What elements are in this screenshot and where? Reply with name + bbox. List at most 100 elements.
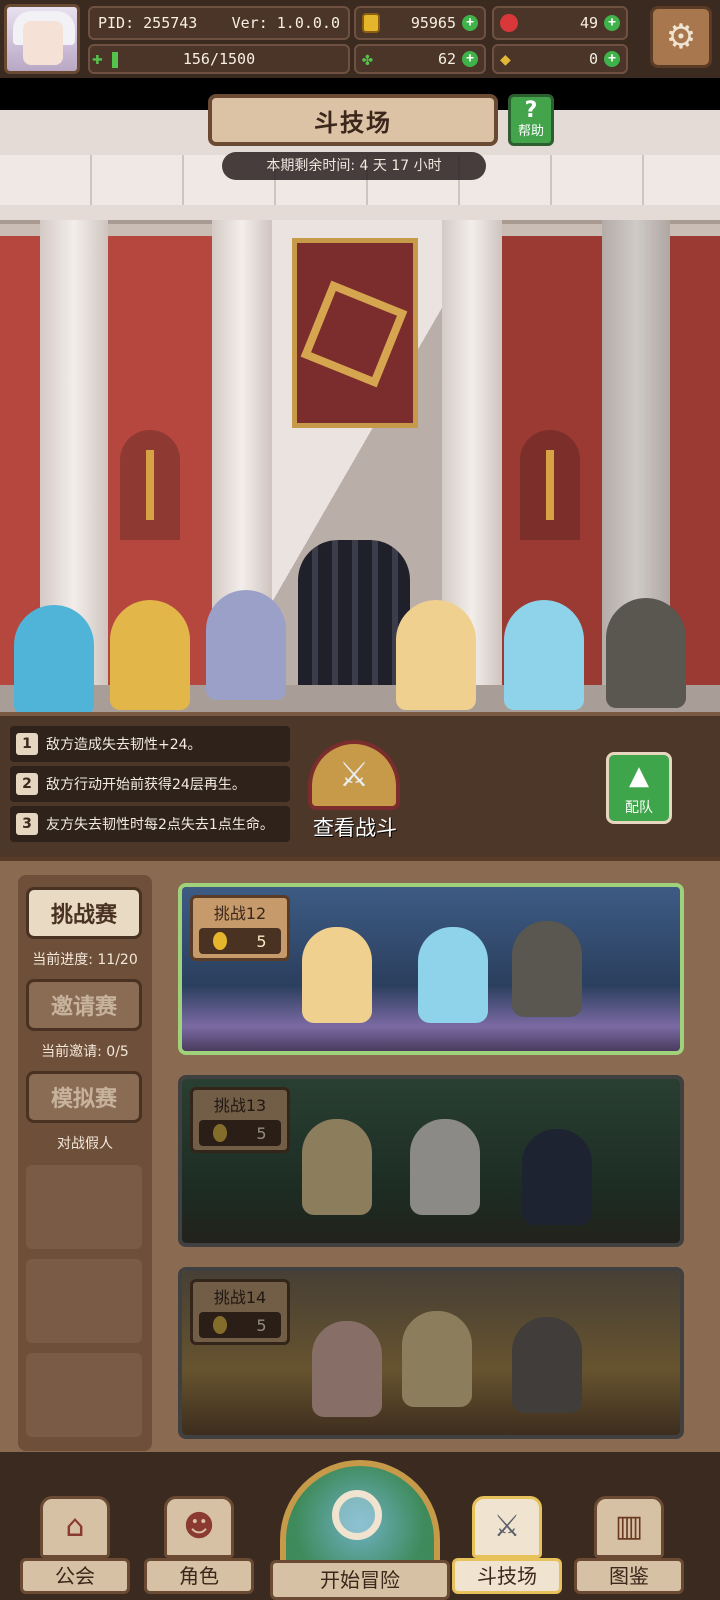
cost-value: 5 bbox=[256, 1315, 267, 1335]
add-clover-button[interactable]: + bbox=[462, 51, 478, 67]
nav-codex[interactable]: ▥ 图鉴 bbox=[574, 1496, 684, 1596]
help-label: 帮助 bbox=[517, 124, 544, 139]
enemy-sprite bbox=[418, 927, 488, 1023]
top-hud: PID: 255743 Ver: 1.0.0.0 ✚ 156/1500 9596… bbox=[0, 0, 720, 81]
enemy-sprite bbox=[512, 1317, 582, 1413]
coin-icon bbox=[213, 1124, 228, 1142]
mode-challenge-button[interactable]: 挑战赛 bbox=[26, 887, 142, 939]
ally-hero-1 bbox=[14, 605, 94, 715]
modifier-text: 友方失去韧性时每2点失去1点生命。 bbox=[46, 817, 274, 833]
view-battle-button[interactable]: ⚔ 查看战斗 bbox=[290, 740, 420, 850]
nav-adventure-label: 开始冒险 bbox=[270, 1560, 450, 1600]
pid-label: PID: 255743 bbox=[98, 14, 198, 32]
gem-value: 49 bbox=[579, 14, 598, 32]
modifier-1: 1 敌方造成失去韧性+24。 bbox=[10, 726, 290, 762]
nav-arena[interactable]: ⚔ 斗技场 bbox=[452, 1496, 562, 1596]
enemy-sprite bbox=[512, 921, 582, 1017]
challenge-cost: 5 bbox=[199, 1120, 281, 1146]
enemy-hero-2 bbox=[504, 600, 584, 710]
challenge-card-12[interactable]: 挑战12 5 bbox=[178, 883, 684, 1055]
nav-arena-label: 斗技场 bbox=[452, 1558, 562, 1594]
modifier-text: 敌方造成失去韧性+24。 bbox=[46, 737, 202, 753]
help-question-icon: ? bbox=[524, 98, 538, 123]
version-label: Ver: 1.0.0.0 bbox=[231, 14, 340, 32]
character-face-icon: ☻ bbox=[164, 1496, 234, 1558]
modifier-text: 敌方行动开始前获得24层再生。 bbox=[46, 777, 246, 793]
gold-value: 95965 bbox=[410, 14, 456, 32]
modifier-2: 2 敌方行动开始前获得24层再生。 bbox=[10, 766, 290, 802]
bottom-nav: ⌂ 公会 ☻ 角色 开始冒险 ⚔ 斗技场 ▥ 图鉴 bbox=[0, 1452, 720, 1600]
cost-value: 5 bbox=[256, 1123, 267, 1143]
mode-invite-button[interactable]: 邀请赛 bbox=[26, 979, 142, 1031]
left-sword-niche bbox=[120, 430, 180, 540]
banner-emblem bbox=[300, 280, 408, 388]
challenge-card-13[interactable]: 挑战13 5 bbox=[178, 1075, 684, 1247]
coin-icon bbox=[213, 1316, 228, 1334]
magnifier-icon bbox=[332, 1490, 382, 1540]
modifier-3: 3 友方失去韧性时每2点失去1点生命。 bbox=[10, 806, 290, 842]
nav-character-label: 角色 bbox=[144, 1558, 254, 1594]
mode-sidebar: 挑战赛 当前进度: 11/20 邀请赛 当前邀请: 0/5 模拟赛 对战假人 bbox=[18, 875, 152, 1451]
book-icon: ▥ bbox=[594, 1496, 664, 1558]
challenge-cost: 5 bbox=[199, 1312, 281, 1338]
modifier-number: 3 bbox=[16, 813, 38, 835]
challenge-name: 挑战12 bbox=[213, 904, 267, 923]
add-gem-button[interactable]: + bbox=[604, 15, 620, 31]
player-avatar[interactable] bbox=[4, 4, 80, 74]
enemy-hero-3 bbox=[606, 598, 686, 708]
clover-icon: ✤ bbox=[362, 48, 373, 70]
guild-house-icon: ⌂ bbox=[40, 1496, 110, 1558]
nav-guild[interactable]: ⌂ 公会 bbox=[20, 1496, 130, 1596]
challenge-tag: 挑战14 5 bbox=[190, 1279, 290, 1345]
food-value: 0 bbox=[588, 50, 598, 68]
enemy-sprite bbox=[522, 1129, 592, 1225]
empty-slot-3 bbox=[26, 1353, 142, 1437]
bread-icon: ◆ bbox=[500, 48, 511, 70]
crossed-swords-icon: ⚔ bbox=[472, 1496, 542, 1558]
add-gold-button[interactable]: + bbox=[462, 15, 478, 31]
settings-gear-icon[interactable]: ⚙ bbox=[650, 6, 712, 68]
enemy-sprite bbox=[302, 927, 372, 1023]
nav-guild-label: 公会 bbox=[20, 1558, 130, 1594]
arena-title: 斗技场 bbox=[208, 94, 498, 146]
view-battle-label: 查看战斗 bbox=[313, 816, 397, 840]
challenge-tag: 挑战12 5 bbox=[190, 895, 290, 961]
mode-sim-button[interactable]: 模拟赛 bbox=[26, 1071, 142, 1123]
arena-banner bbox=[292, 238, 418, 428]
crossed-swords-icon: ⚔ bbox=[308, 740, 400, 810]
enemy-sprite bbox=[410, 1119, 480, 1215]
ally-hero-3 bbox=[206, 590, 286, 700]
red-gem-icon bbox=[500, 14, 518, 32]
cost-value: 5 bbox=[256, 931, 267, 951]
challenge-cost: 5 bbox=[199, 928, 281, 954]
nav-adventure[interactable]: 开始冒险 bbox=[270, 1460, 450, 1600]
clover-value: 62 bbox=[437, 50, 456, 68]
challenge-name: 挑战13 bbox=[213, 1096, 267, 1115]
team-setup-button[interactable]: ▲ 配队 bbox=[606, 752, 672, 824]
team-icon: ▲ bbox=[629, 761, 649, 791]
enemy-hero-1 bbox=[396, 600, 476, 710]
empty-slot-2 bbox=[26, 1259, 142, 1343]
team-label: 配队 bbox=[625, 800, 653, 816]
enemy-sprite bbox=[302, 1119, 372, 1215]
enemy-sprite bbox=[312, 1321, 382, 1417]
help-button[interactable]: ? 帮助 bbox=[508, 94, 554, 146]
challenge-progress: 当前进度: 11/20 bbox=[32, 952, 138, 968]
challenge-area: 挑战赛 当前进度: 11/20 邀请赛 当前邀请: 0/5 模拟赛 对战假人 挑… bbox=[0, 857, 720, 1456]
sim-desc: 对战假人 bbox=[57, 1136, 113, 1152]
enemy-sprite bbox=[402, 1311, 472, 1407]
nav-character[interactable]: ☻ 角色 bbox=[144, 1496, 254, 1596]
empty-slot-1 bbox=[26, 1165, 142, 1249]
invite-progress: 当前邀请: 0/5 bbox=[41, 1044, 129, 1060]
nav-codex-label: 图鉴 bbox=[574, 1558, 684, 1594]
add-food-button[interactable]: + bbox=[604, 51, 620, 67]
challenge-tag: 挑战13 5 bbox=[190, 1087, 290, 1153]
right-sword-niche bbox=[520, 430, 580, 540]
exp-value: 156/1500 bbox=[182, 50, 256, 68]
arena-scene bbox=[0, 110, 720, 725]
avatar-face bbox=[23, 21, 63, 65]
coin-icon bbox=[213, 932, 228, 950]
challenge-card-14[interactable]: 挑战14 5 bbox=[178, 1267, 684, 1439]
challenge-name: 挑战14 bbox=[213, 1288, 267, 1307]
gold-coin-icon bbox=[362, 13, 380, 33]
